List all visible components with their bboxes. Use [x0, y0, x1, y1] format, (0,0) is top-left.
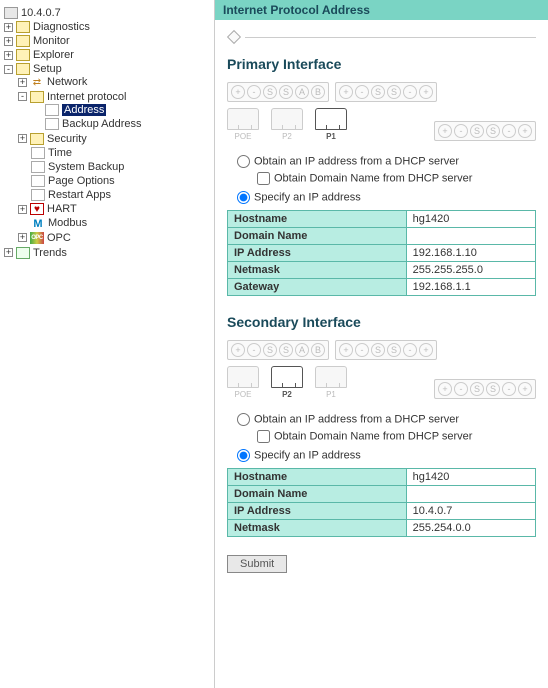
secondary-chip-row-1: +-SSAB +-SS-+: [227, 340, 536, 360]
tree-modbus[interactable]: Modbus: [48, 218, 87, 230]
secondary-dhcp-domain-label: Obtain Domain Name from DHCP server: [274, 430, 472, 442]
tree-page-options[interactable]: Page Options: [48, 175, 115, 187]
primary-domain-value[interactable]: [406, 228, 535, 245]
folder-icon: [16, 49, 30, 61]
tree-setup[interactable]: Setup: [33, 63, 62, 75]
secondary-dhcp-label: Obtain an IP address from a DHCP server: [254, 413, 459, 425]
nav-tree: 10.4.0.7 + Diagnostics + Monitor + Explorer…: [0, 0, 215, 688]
port-poe[interactable]: POE: [227, 366, 259, 399]
expand-toggle[interactable]: +: [18, 134, 27, 143]
tree-network[interactable]: Network: [47, 77, 87, 89]
primary-specify-radio[interactable]: [237, 191, 250, 204]
primary-gateway-value[interactable]: 192.168.1.1: [406, 279, 535, 296]
tree-restart-apps[interactable]: Restart Apps: [48, 189, 111, 201]
primary-hostname-label: Hostname: [228, 211, 407, 228]
primary-dhcp-radio[interactable]: [237, 155, 250, 168]
expand-toggle[interactable]: +: [18, 233, 27, 242]
page-icon: [31, 147, 45, 159]
secondary-domain-label: Domain Name: [228, 486, 407, 503]
page-icon: [45, 118, 59, 130]
page-icon: [45, 104, 59, 116]
secondary-netmask-label: Netmask: [228, 520, 407, 537]
tree-monitor[interactable]: Monitor: [33, 35, 70, 47]
folder-icon: [30, 133, 44, 145]
port-p1[interactable]: P1: [315, 108, 347, 141]
expand-toggle[interactable]: +: [18, 78, 27, 87]
page-icon: [31, 161, 45, 173]
expand-toggle[interactable]: +: [18, 205, 27, 214]
folder-icon: [16, 63, 30, 75]
folder-icon: [16, 35, 30, 47]
opc-icon: OPC: [30, 232, 44, 244]
primary-netmask-label: Netmask: [228, 262, 407, 279]
primary-dhcp-domain-check[interactable]: [257, 172, 270, 185]
page-icon: [31, 175, 45, 187]
expand-toggle[interactable]: +: [4, 23, 13, 32]
folder-icon: [30, 91, 44, 103]
secondary-dhcp-domain-check[interactable]: [257, 430, 270, 443]
tree-time[interactable]: Time: [48, 147, 72, 159]
tree-internet-protocol[interactable]: Internet protocol: [47, 91, 127, 103]
tree-system-backup[interactable]: System Backup: [48, 161, 124, 173]
tree-root[interactable]: 10.4.0.7: [21, 7, 61, 19]
primary-ip-value[interactable]: 192.168.1.10: [406, 245, 535, 262]
collapse-toggle[interactable]: -: [18, 92, 27, 101]
collapse-toggle[interactable]: -: [4, 65, 13, 74]
port-p2[interactable]: P2: [271, 366, 303, 399]
secondary-dhcp-radio[interactable]: [237, 413, 250, 426]
primary-specify-label: Specify an IP address: [254, 191, 361, 203]
host-icon: [4, 7, 18, 19]
secondary-hostname-label: Hostname: [228, 469, 407, 486]
secondary-domain-value[interactable]: [406, 486, 535, 503]
primary-heading: Primary Interface: [227, 56, 536, 72]
main-panel: Internet Protocol Address Primary Interf…: [215, 0, 548, 688]
primary-dhcp-label: Obtain an IP address from a DHCP server: [254, 155, 459, 167]
trends-icon: [16, 247, 30, 259]
primary-dhcp-domain-label: Obtain Domain Name from DHCP server: [274, 172, 472, 184]
tree-explorer[interactable]: Explorer: [33, 49, 74, 61]
tree-hart[interactable]: HART: [47, 203, 77, 215]
tree-trends[interactable]: Trends: [33, 247, 67, 259]
port-p2[interactable]: P2: [271, 108, 303, 141]
primary-domain-label: Domain Name: [228, 228, 407, 245]
port-p1[interactable]: P1: [315, 366, 347, 399]
divider: [227, 32, 536, 42]
page-title: Internet Protocol Address: [215, 0, 548, 20]
expand-toggle[interactable]: +: [4, 248, 13, 257]
secondary-specify-radio[interactable]: [237, 449, 250, 462]
secondary-heading: Secondary Interface: [227, 314, 536, 330]
submit-button[interactable]: Submit: [227, 555, 287, 573]
expand-toggle[interactable]: +: [4, 51, 13, 60]
tree-address[interactable]: Address: [62, 104, 106, 116]
hart-icon: ♥: [30, 203, 44, 215]
modbus-icon: M: [31, 218, 45, 230]
tree-security[interactable]: Security: [47, 133, 87, 145]
tree-backup-address[interactable]: Backup Address: [62, 118, 142, 130]
secondary-config-table: Hostnamehg1420 Domain Name IP Address10.…: [227, 468, 536, 537]
primary-ip-label: IP Address: [228, 245, 407, 262]
secondary-hostname-value[interactable]: hg1420: [406, 469, 535, 486]
primary-config-table: Hostnamehg1420 Domain Name IP Address192…: [227, 210, 536, 296]
tree-opc[interactable]: OPC: [47, 232, 71, 244]
expand-toggle[interactable]: +: [4, 37, 13, 46]
folder-icon: [16, 21, 30, 33]
network-icon: ⇄: [30, 77, 44, 89]
diamond-icon: [227, 30, 241, 44]
secondary-specify-label: Specify an IP address: [254, 449, 361, 461]
primary-chip-row-1: +-SSAB +-SS-+: [227, 82, 536, 102]
secondary-ip-label: IP Address: [228, 503, 407, 520]
secondary-ip-value[interactable]: 10.4.0.7: [406, 503, 535, 520]
primary-gateway-label: Gateway: [228, 279, 407, 296]
port-poe[interactable]: POE: [227, 108, 259, 141]
primary-netmask-value[interactable]: 255.255.255.0: [406, 262, 535, 279]
tree-diagnostics[interactable]: Diagnostics: [33, 21, 90, 33]
page-icon: [31, 189, 45, 201]
secondary-netmask-value[interactable]: 255.254.0.0: [406, 520, 535, 537]
primary-hostname-value[interactable]: hg1420: [406, 211, 535, 228]
